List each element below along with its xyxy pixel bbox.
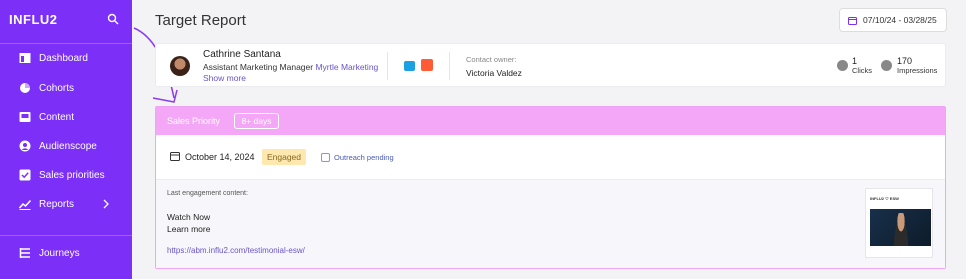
trend-icon <box>19 199 31 210</box>
contact-name: Cathrine Santana <box>203 49 281 60</box>
journeys-icon <box>19 248 30 258</box>
chevron-right-icon[interactable] <box>102 199 110 209</box>
impressions-icon <box>881 60 892 71</box>
sidebar-item-label: Journeys <box>39 247 80 259</box>
brand-logo: INFLU2 <box>9 12 58 27</box>
contact-owner-label: Contact owner: <box>466 55 517 64</box>
impressions-count: 170 <box>897 56 913 66</box>
salesforce-icon[interactable] <box>404 61 415 71</box>
company-link[interactable]: Myrtle Marketing <box>315 62 378 72</box>
engagement-row: October 14, 2024 Engaged Outreach pendin… <box>156 135 945 179</box>
sidebar-item-reports[interactable]: Reports <box>0 192 132 216</box>
sidebar-item-dashboard[interactable]: Dashboard <box>0 46 132 70</box>
clicks-label: Clicks <box>852 66 872 75</box>
thumbnail-header: INFLU2 ♡ ESW <box>870 196 899 201</box>
divider <box>387 52 388 80</box>
outreach-pending-label[interactable]: Outreach pending <box>334 153 394 162</box>
status-badge: Engaged <box>262 149 306 165</box>
sidebar-item-sales-priorities[interactable]: Sales priorities <box>0 163 132 187</box>
search-icon[interactable] <box>107 13 119 25</box>
dashboard-icon <box>19 53 31 63</box>
sidebar-nav <box>0 43 132 44</box>
calendar-icon <box>848 16 857 25</box>
contact-title: Assistant Marketing Manager <box>203 62 314 72</box>
sidebar-item-audienscope[interactable]: Audienscope <box>0 134 132 158</box>
engagement-date: October 14, 2024 <box>185 152 255 162</box>
content-url-link[interactable]: https://abm.influ2.com/testimonial-esw/ <box>167 246 305 255</box>
sidebar-item-content[interactable]: Content <box>0 105 132 129</box>
sales-priority-panel: Sales Priority 8+ days October 14, 2024 … <box>155 106 946 269</box>
avatar <box>170 56 190 76</box>
audience-icon <box>19 140 31 152</box>
sidebar-item-journeys[interactable]: Journeys <box>0 241 132 265</box>
content-thumbnail[interactable]: INFLU2 ♡ ESW <box>865 188 933 258</box>
content-icon <box>19 112 31 122</box>
click-icon <box>837 60 848 71</box>
sales-priority-header: Sales Priority 8+ days <box>156 107 945 135</box>
sidebar-item-label: Content <box>39 111 75 123</box>
hubspot-icon[interactable] <box>421 59 433 71</box>
clicks-count: 1 <box>852 56 858 66</box>
pie-chart-icon <box>20 83 30 93</box>
last-engagement-content: Last engagement content: Watch Now Learn… <box>156 179 945 268</box>
last-engagement-label: Last engagement content: <box>167 190 248 197</box>
content-line: Learn more <box>167 224 211 234</box>
sales-priority-title: Sales Priority <box>167 116 221 126</box>
page-title: Target Report <box>155 12 246 29</box>
show-more-link[interactable]: Show more <box>203 73 246 83</box>
sidebar-item-label: Reports <box>39 198 75 210</box>
person-image <box>892 213 910 246</box>
sidebar-item-label: Cohorts <box>39 82 75 94</box>
contact-owner-name: Victoria Valdez <box>466 68 522 78</box>
sidebar-item-label: Sales priorities <box>39 169 105 181</box>
sidebar-divider <box>0 235 132 236</box>
outreach-pending-checkbox[interactable] <box>321 153 330 162</box>
video-preview <box>870 209 931 246</box>
sidebar-item-cohorts[interactable]: Cohorts <box>0 76 132 100</box>
sidebar-item-label: Audienscope <box>39 140 97 152</box>
sidebar-item-label: Dashboard <box>39 52 88 64</box>
impressions-label: Impressions <box>897 66 938 75</box>
checkbox-icon <box>19 169 31 181</box>
contact-role: Assistant Marketing Manager Myrtle Marke… <box>203 62 378 72</box>
content-line: Watch Now <box>167 212 211 222</box>
calendar-icon <box>170 152 180 161</box>
contact-card: Cathrine Santana Assistant Marketing Man… <box>155 43 946 87</box>
days-badge: 8+ days <box>234 113 279 129</box>
date-range-value: 07/10/24 - 03/28/25 <box>863 15 937 25</box>
date-range-picker[interactable]: 07/10/24 - 03/28/25 <box>839 8 947 32</box>
divider <box>449 52 450 80</box>
sidebar: INFLU2 Dashboard Cohorts Content Audiens… <box>0 0 132 279</box>
